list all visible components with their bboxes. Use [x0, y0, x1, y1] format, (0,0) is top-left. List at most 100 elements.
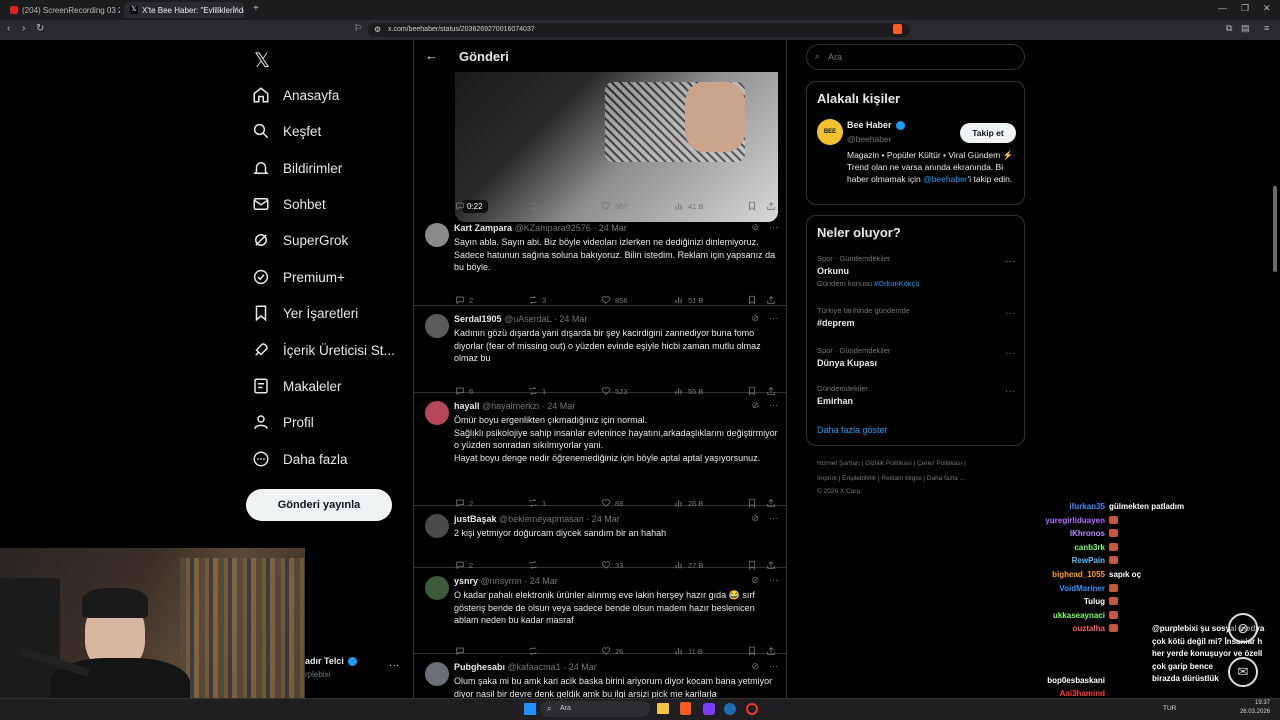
back-arrow-icon[interactable]: ← [425, 48, 438, 63]
nav-item-makaleler[interactable]: Makaleler [252, 374, 412, 398]
more-icon[interactable]: ··· [769, 400, 778, 411]
taskbar-search[interactable]: ⌕ Ara [540, 701, 650, 717]
steam-icon[interactable] [724, 703, 736, 715]
brave-icon[interactable] [680, 702, 691, 715]
avatar[interactable] [425, 223, 449, 247]
bio-link[interactable]: @beehaber [923, 174, 968, 184]
trend-item[interactable]: Spor · Gündemdekiler Orkunu Gündem konusu … [817, 254, 1017, 288]
sidebar-icon[interactable]: ▤ [1241, 23, 1250, 34]
browser-tab-active[interactable]: 𝕏 X'te Bee Haber: "Evlilikleri̇nden o ✕ [124, 2, 244, 18]
grok-explain-icon[interactable]: ⊘ [751, 513, 759, 524]
more-icon[interactable]: ··· [769, 513, 778, 524]
grok-explain-icon[interactable]: ⊘ [751, 313, 759, 324]
brave-shield-icon[interactable] [893, 24, 902, 34]
author-name[interactable]: Kart Zampara [454, 223, 512, 233]
avatar[interactable] [425, 514, 449, 538]
avatar[interactable] [425, 662, 449, 686]
author-name[interactable]: justBaşak [454, 514, 497, 524]
more-icon[interactable]: ··· [769, 661, 778, 672]
more-icon[interactable]: ··· [769, 313, 778, 324]
reply-tweet[interactable]: justBaşak @beklemeyapmasan · 24 Mar ⊘ ··· 2… [414, 506, 786, 570]
bee-haber-avatar[interactable]: BEE [817, 119, 843, 145]
trend-more-icon[interactable]: ··· [1005, 386, 1015, 397]
reply-tweet[interactable]: hayall @hayalmerkzi · 24 Mar ⊘ ··· Ömür boy… [414, 393, 786, 508]
reply-tweet[interactable]: ysnry @nnsyrnn · 24 Mar ⊘ ··· O kadar pahal… [414, 568, 786, 656]
avatar[interactable] [425, 314, 449, 338]
post-button[interactable]: Gönderi yayınla [246, 489, 392, 521]
account-more-icon[interactable]: ··· [389, 660, 399, 671]
footer-links[interactable]: Hizmet Şartları | Gizlilik Politikası | … [817, 460, 966, 467]
grok-explain-icon[interactable]: ⊘ [751, 400, 759, 411]
bookmark-page-icon[interactable]: ⚐ [354, 23, 362, 34]
account-name[interactable]: adır Telci [305, 656, 344, 666]
nav-item-i-çerik-üreticisi-st-[interactable]: İçerik Üreticisi St... [252, 338, 412, 362]
author-name[interactable]: Serdal1905 [454, 314, 502, 324]
trend-more-icon[interactable]: ··· [1005, 256, 1015, 267]
views-action[interactable]: 51 B [674, 295, 703, 305]
grok-explain-icon[interactable]: ⊘ [751, 575, 759, 586]
trend-item[interactable]: Spor · Gündemdekiler Dünya Kupası ··· [817, 346, 1017, 368]
reply-action[interactable]: 2 [455, 295, 473, 305]
url-field[interactable]: ⚙ x.com/beehaber/status/2036269270016074… [368, 23, 910, 37]
grok-explain-icon[interactable]: ⊘ [751, 661, 759, 672]
author-name[interactable]: Pubghesabı [454, 662, 505, 672]
close-window-icon[interactable]: ✕ [1263, 3, 1271, 14]
avatar[interactable] [425, 576, 449, 600]
file-explorer-icon[interactable] [657, 703, 669, 714]
reply-tweet[interactable]: Serdal1905 @uAserdaL · 24 Mar ⊘ ··· Kadının… [414, 306, 786, 396]
extensions-icon[interactable]: ⧉ [1226, 23, 1232, 34]
messages-float-icon[interactable]: ✉ [1228, 657, 1258, 687]
reply-tweet[interactable]: Kart Zampara @KZampara92576 · 24 Mar ⊘ ···… [414, 215, 786, 306]
more-icon[interactable]: ··· [769, 575, 778, 586]
scrollbar[interactable] [1273, 186, 1277, 272]
nav-item-profil[interactable]: Profil [252, 410, 412, 434]
maximize-icon[interactable]: ❐ [1241, 3, 1249, 14]
tray-date[interactable]: 26.03.2026 [1236, 709, 1270, 715]
follow-button[interactable]: Takip et [960, 123, 1016, 143]
share-action[interactable] [766, 201, 780, 211]
x-logo-icon[interactable]: 𝕏 [254, 48, 270, 73]
nav-item-sohbet[interactable]: Sohbet [252, 192, 412, 216]
author-name[interactable]: hayall [454, 401, 480, 411]
like-action[interactable]: 557 [601, 201, 628, 211]
grok-float-icon[interactable]: ⊘ [1228, 613, 1258, 643]
close-tab-icon[interactable]: ✕ [232, 5, 239, 14]
views-action[interactable]: 41 B [674, 201, 703, 211]
share-action[interactable] [766, 295, 780, 305]
bookmark-action[interactable] [747, 295, 761, 305]
nav-item-bildirimler[interactable]: Bildirimler [252, 156, 412, 180]
nav-item-premium-[interactable]: Premium+ [252, 265, 412, 289]
search-input[interactable]: ⌕ Ara [806, 44, 1025, 70]
trend-item[interactable]: Türkiye tarihinde gündemde #deprem ··· [817, 306, 1017, 328]
back-icon[interactable]: ‹ [7, 23, 10, 34]
app-icon[interactable] [703, 703, 715, 715]
minimize-icon[interactable]: — [1218, 3, 1227, 13]
windows-start-icon[interactable] [524, 703, 536, 715]
trend-link[interactable]: #OrkunKökçü [874, 279, 919, 288]
trend-item[interactable]: Gündemdekiler Emirhan ··· [817, 384, 1017, 406]
repost-action[interactable]: 4 [528, 201, 546, 211]
footer-links-2[interactable]: Imprint | Erişilebilirlik | Reklam bilgi… [817, 475, 965, 482]
menu-icon[interactable]: ≡ [1264, 23, 1269, 33]
grok-explain-icon[interactable]: ⊘ [751, 222, 759, 233]
avatar[interactable] [425, 401, 449, 425]
browser-tab[interactable]: (204) ScreenRecording 03 26 2026 1: [4, 2, 120, 18]
trend-more-icon[interactable]: ··· [1005, 348, 1015, 359]
obs-icon[interactable] [746, 703, 758, 715]
like-action[interactable]: 856 [601, 295, 628, 305]
forward-icon[interactable]: › [22, 23, 25, 34]
author-name[interactable]: ysnry [454, 576, 478, 586]
more-icon[interactable]: ··· [769, 222, 778, 233]
site-info-icon[interactable]: ⚙ [374, 25, 381, 34]
tray-lang[interactable]: TUR [1163, 705, 1176, 712]
bookmark-action[interactable] [747, 201, 761, 211]
show-more-link[interactable]: Daha fazla göster [817, 425, 888, 435]
new-tab-icon[interactable]: + [253, 3, 259, 14]
nav-item-anasayfa[interactable]: Anasayfa [252, 83, 412, 107]
tray-time[interactable]: 19:37 [1240, 700, 1270, 706]
nav-item-yer-i-şaretleri[interactable]: Yer İşaretleri [252, 301, 412, 325]
nav-item-keşfet[interactable]: Keşfet [252, 119, 412, 143]
nav-item-daha-fazla[interactable]: Daha fazla [252, 447, 412, 471]
trend-more-icon[interactable]: ··· [1005, 308, 1015, 319]
reply-action[interactable]: 2 [455, 201, 473, 211]
